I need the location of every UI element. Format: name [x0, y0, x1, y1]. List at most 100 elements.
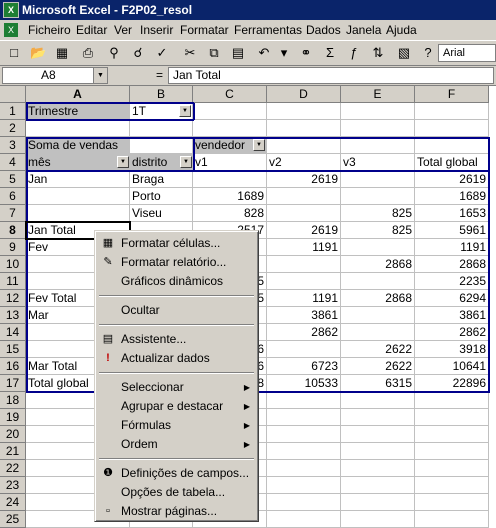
cell-d22[interactable] [267, 460, 341, 477]
row-header-15[interactable]: 15 [0, 341, 26, 358]
row-header-18[interactable]: 18 [0, 392, 26, 409]
column-header-c[interactable]: C [193, 86, 267, 103]
cell-c5[interactable] [193, 171, 267, 188]
cell-e2[interactable] [341, 120, 415, 137]
cell-f3[interactable] [415, 137, 489, 154]
column-header-d[interactable]: D [267, 86, 341, 103]
cell-a5[interactable]: Jan [26, 171, 130, 188]
cell-d3[interactable] [267, 137, 341, 154]
cell-d7[interactable] [267, 205, 341, 222]
menu-item-group-outline[interactable]: Agrupar e destacar ▶ [97, 397, 256, 416]
chart-wizard-icon[interactable]: ▧ [396, 45, 412, 61]
print-icon[interactable]: ⎙ [80, 45, 96, 61]
column-field-dropdown-vendedor[interactable]: ▼ [253, 139, 265, 151]
row-header-21[interactable]: 21 [0, 443, 26, 460]
cell-d2[interactable] [267, 120, 341, 137]
cell-d21[interactable] [267, 443, 341, 460]
cell-e24[interactable] [341, 494, 415, 511]
row-header-22[interactable]: 22 [0, 460, 26, 477]
cell-d5[interactable]: 2619 [267, 171, 341, 188]
cell-f16[interactable]: 10641 [415, 358, 489, 375]
cell-d4[interactable]: v2 [267, 154, 341, 171]
cell-e13[interactable] [341, 307, 415, 324]
cell-d11[interactable] [267, 273, 341, 290]
column-header-f[interactable]: F [415, 86, 489, 103]
cell-d13[interactable]: 3861 [267, 307, 341, 324]
copy-icon[interactable]: ⧉ [206, 45, 222, 61]
cell-f12[interactable]: 6294 [415, 290, 489, 307]
cell-f1[interactable] [415, 103, 489, 120]
search-icon[interactable]: ☌ [130, 45, 146, 61]
cell-d14[interactable]: 2862 [267, 324, 341, 341]
cell-d15[interactable] [267, 341, 341, 358]
cell-f14[interactable]: 2862 [415, 324, 489, 341]
cell-d16[interactable]: 6723 [267, 358, 341, 375]
cell-f22[interactable] [415, 460, 489, 477]
row-header-23[interactable]: 23 [0, 477, 26, 494]
row-header-8[interactable]: 8 [0, 222, 26, 239]
hyperlink-icon[interactable]: ⚭ [298, 45, 314, 61]
cell-f11[interactable]: 2235 [415, 273, 489, 290]
menu-item-formulas[interactable]: Fórmulas ▶ [97, 416, 256, 435]
cell-e6[interactable] [341, 188, 415, 205]
menu-item-show-pages[interactable]: ▫ Mostrar páginas... [97, 502, 256, 521]
menu-item-field-settings[interactable]: ❶ Definições de campos... [97, 464, 256, 483]
cell-b5[interactable]: Braga [130, 171, 193, 188]
cell-b6[interactable]: Porto [130, 188, 193, 205]
row-header-9[interactable]: 9 [0, 239, 26, 256]
cell-f5[interactable]: 2619 [415, 171, 489, 188]
menu-editar[interactable]: Editar [76, 20, 107, 40]
cell-a3[interactable]: Soma de vendas [26, 137, 130, 154]
row-header-7[interactable]: 7 [0, 205, 26, 222]
chevron-down-icon[interactable]: ▼ [93, 68, 107, 83]
save-icon[interactable]: ▦ [54, 45, 70, 61]
cell-d19[interactable] [267, 409, 341, 426]
cell-f9[interactable]: 1191 [415, 239, 489, 256]
cell-f24[interactable] [415, 494, 489, 511]
cell-f8[interactable]: 5961 [415, 222, 489, 239]
cell-d24[interactable] [267, 494, 341, 511]
cell-a1[interactable]: Trimestre [26, 103, 130, 120]
menu-item-order[interactable]: Ordem ▶ [97, 435, 256, 454]
cell-a2[interactable] [26, 120, 130, 137]
cell-f21[interactable] [415, 443, 489, 460]
cell-e19[interactable] [341, 409, 415, 426]
menu-ficheiro[interactable]: Ficheiro [28, 20, 71, 40]
open-icon[interactable]: 📂 [30, 45, 46, 61]
cell-f6[interactable]: 1689 [415, 188, 489, 205]
cell-f25[interactable] [415, 511, 489, 528]
menu-dados[interactable]: Dados [306, 20, 341, 40]
cell-f2[interactable] [415, 120, 489, 137]
cell-d6[interactable] [267, 188, 341, 205]
select-all-corner[interactable] [0, 86, 26, 103]
help-icon[interactable]: ? [420, 45, 436, 61]
cell-e14[interactable] [341, 324, 415, 341]
cell-d10[interactable] [267, 256, 341, 273]
print-preview-icon[interactable]: ⚲ [106, 45, 122, 61]
cell-f18[interactable] [415, 392, 489, 409]
autosum-icon[interactable]: Σ [322, 45, 338, 61]
column-header-a[interactable]: A [26, 86, 130, 103]
menu-ajuda[interactable]: Ajuda [386, 20, 417, 40]
cell-c7[interactable]: 828 [193, 205, 267, 222]
row-field-dropdown-distrito[interactable]: ▼ [180, 156, 192, 168]
cell-e12[interactable]: 2868 [341, 290, 415, 307]
cell-e9[interactable] [341, 239, 415, 256]
cell-e16[interactable]: 2622 [341, 358, 415, 375]
cell-e21[interactable] [341, 443, 415, 460]
cell-e5[interactable] [341, 171, 415, 188]
menu-item-format-report[interactable]: ✎ Formatar relatório... [97, 253, 256, 272]
row-header-14[interactable]: 14 [0, 324, 26, 341]
cell-e1[interactable] [341, 103, 415, 120]
column-header-e[interactable]: E [341, 86, 415, 103]
cell-d20[interactable] [267, 426, 341, 443]
paste-icon[interactable]: ▤ [230, 45, 246, 61]
cell-e3[interactable] [341, 137, 415, 154]
cell-b2[interactable] [130, 120, 193, 137]
cell-e22[interactable] [341, 460, 415, 477]
cell-d1[interactable] [267, 103, 341, 120]
column-header-b[interactable]: B [130, 86, 193, 103]
row-header-20[interactable]: 20 [0, 426, 26, 443]
font-name-field[interactable]: Arial [438, 44, 496, 62]
row-header-3[interactable]: 3 [0, 137, 26, 154]
